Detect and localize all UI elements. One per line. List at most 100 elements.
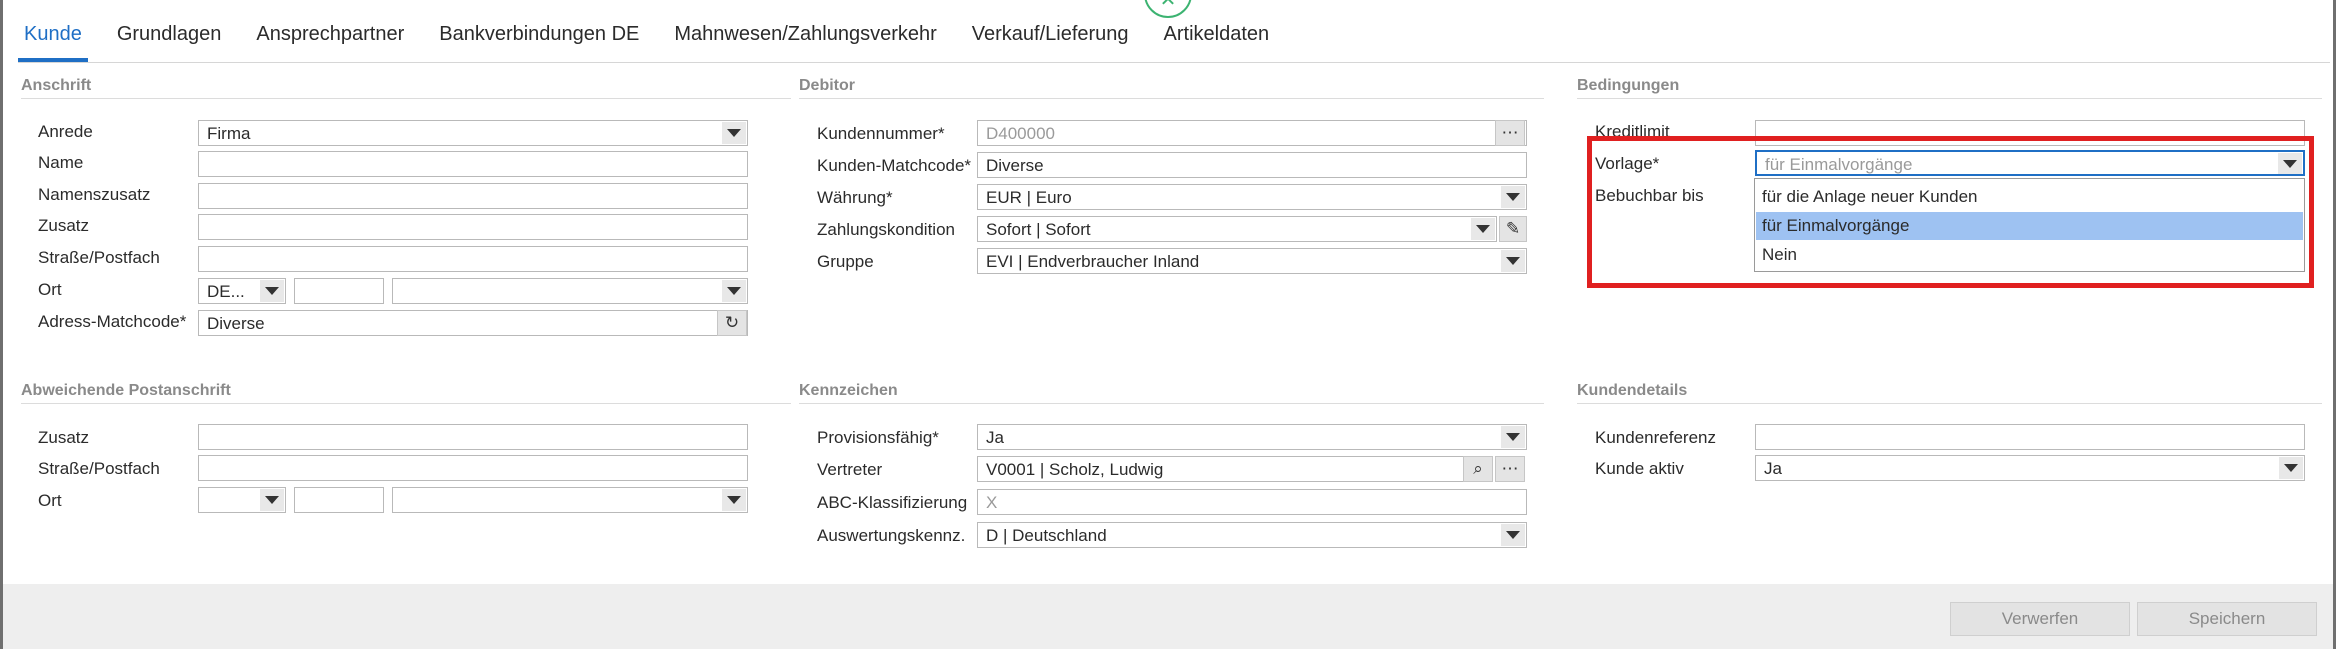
gruppe-select[interactable]: EVI | Endverbraucher Inland	[977, 248, 1527, 274]
more-options-icon[interactable]: ⋯	[1495, 456, 1525, 482]
chevron-down-icon[interactable]	[1501, 426, 1525, 448]
chevron-down-icon[interactable]	[1471, 218, 1495, 240]
section-title-kundendetails: Kundendetails	[1577, 382, 1688, 399]
abc-input[interactable]: X	[977, 489, 1527, 515]
waehrung-label: Währung*	[817, 188, 893, 207]
anrede-value: Firma	[207, 124, 251, 143]
tab-kunde[interactable]: Kunde	[18, 23, 88, 62]
kundenreferenz-label: Kundenreferenz	[1595, 428, 1716, 447]
chevron-down-icon[interactable]	[722, 122, 746, 144]
tab-grundlagen[interactable]: Grundlagen	[111, 23, 228, 62]
chevron-down-icon[interactable]	[1501, 186, 1525, 208]
name-label: Name	[38, 153, 84, 172]
zusatz-label: Zusatz	[38, 216, 90, 235]
auswertung-select[interactable]: D | Deutschland	[977, 522, 1527, 548]
abc-label: ABC-Klassifizierung	[817, 493, 968, 512]
abw-plz-input[interactable]	[294, 487, 384, 513]
strasse-label: Straße/Postfach	[38, 248, 160, 267]
zahlungskondition-value: Sofort | Sofort	[986, 220, 1091, 239]
kundennummer-value: D400000	[986, 124, 1056, 143]
tab-divider	[18, 62, 2330, 63]
chevron-down-icon[interactable]	[1501, 524, 1525, 546]
kunde-aktiv-label: Kunde aktiv	[1595, 459, 1684, 478]
vertreter-input[interactable]: V0001 | Scholz, Ludwig	[977, 456, 1467, 482]
more-options-icon[interactable]: ⋯	[1495, 120, 1525, 146]
abw-zusatz-label: Zusatz	[38, 428, 90, 447]
tab-bankverbindungen[interactable]: Bankverbindungen DE	[433, 23, 645, 62]
kundenreferenz-input[interactable]	[1755, 424, 2305, 450]
chevron-down-icon[interactable]	[722, 280, 746, 302]
namenszusatz-input[interactable]	[198, 183, 748, 209]
section-divider	[799, 403, 1544, 404]
section-title-anschrift: Anschrift	[21, 77, 92, 94]
section-divider	[1577, 403, 2322, 404]
matchcode-value: Diverse	[986, 156, 1044, 175]
tab-verkauf-lieferung[interactable]: Verkauf/Lieferung	[966, 23, 1135, 62]
provision-label: Provisionsfähig*	[817, 428, 939, 447]
chevron-down-icon[interactable]	[722, 489, 746, 511]
window-frame-left	[0, 0, 3, 649]
section-divider	[1577, 98, 2322, 99]
chevron-down-icon[interactable]	[260, 280, 284, 302]
tab-mahnwesen[interactable]: Mahnwesen/Zahlungsverkehr	[668, 23, 942, 62]
save-button[interactable]: Speichern	[2137, 602, 2317, 636]
gruppe-label: Gruppe	[817, 252, 874, 271]
section-divider	[21, 403, 791, 404]
edit-icon[interactable]: ✎	[1499, 216, 1527, 242]
abw-ort-label: Ort	[38, 491, 62, 510]
tab-bar: Kunde Grundlagen Ansprechpartner Bankver…	[18, 0, 1298, 62]
section-divider	[21, 98, 791, 99]
section-title-bedingungen: Bedingungen	[1577, 77, 1680, 94]
section-title-abweichend: Abweichende Postanschrift	[21, 382, 231, 399]
waehrung-select[interactable]: EUR | Euro	[977, 184, 1527, 210]
ort-city-select[interactable]	[392, 278, 748, 304]
anrede-label: Anrede	[38, 122, 93, 141]
zusatz-input[interactable]	[198, 214, 748, 240]
adress-matchcode-label: Adress-Matchcode*	[38, 312, 187, 331]
waehrung-value: EUR | Euro	[986, 188, 1072, 207]
adress-matchcode-input[interactable]: Diverse	[198, 310, 748, 336]
abw-strasse-input[interactable]	[198, 455, 748, 481]
abc-value: X	[986, 493, 998, 512]
anrede-select[interactable]: Firma	[198, 120, 748, 146]
provision-select[interactable]: Ja	[977, 424, 1527, 450]
refresh-icon[interactable]: ↻	[717, 310, 747, 336]
abw-strasse-label: Straße/Postfach	[38, 459, 160, 478]
ort-country-select[interactable]: DE...	[198, 278, 286, 304]
plz-input[interactable]	[294, 278, 384, 304]
ort-label: Ort	[38, 280, 62, 299]
provision-value: Ja	[986, 428, 1004, 447]
strasse-input[interactable]	[198, 246, 748, 272]
kundennummer-input[interactable]: D400000	[977, 120, 1527, 146]
auswertung-value: D | Deutschland	[986, 526, 1107, 545]
ort-country-value: DE...	[207, 282, 245, 301]
kundennummer-label: Kundennummer*	[817, 124, 945, 143]
section-title-debitor: Debitor	[799, 77, 855, 94]
gruppe-value: EVI | Endverbraucher Inland	[986, 252, 1200, 271]
section-title-kennzeichen: Kennzeichen	[799, 382, 898, 399]
abw-ort-city-select[interactable]	[392, 487, 748, 513]
matchcode-label: Kunden-Matchcode*	[817, 156, 972, 175]
chevron-down-icon[interactable]	[1501, 250, 1525, 272]
discard-button[interactable]: Verwerfen	[1950, 602, 2130, 636]
chevron-down-icon[interactable]	[2279, 457, 2303, 479]
zahlungskondition-label: Zahlungskondition	[817, 220, 955, 239]
matchcode-input[interactable]: Diverse	[977, 152, 1527, 178]
abw-ort-country-select[interactable]	[198, 487, 286, 513]
zahlungskondition-select[interactable]: Sofort | Sofort	[977, 216, 1497, 242]
tab-artikeldaten[interactable]: Artikeldaten	[1158, 23, 1276, 62]
search-icon[interactable]: ⌕	[1463, 456, 1493, 482]
adress-matchcode-value: Diverse	[207, 314, 265, 333]
kunde-aktiv-select[interactable]: Ja	[1755, 455, 2305, 481]
tab-ansprechpartner[interactable]: Ansprechpartner	[250, 23, 410, 62]
name-input[interactable]	[198, 151, 748, 177]
section-divider	[799, 98, 1544, 99]
kunde-aktiv-value: Ja	[1764, 459, 1782, 478]
vertreter-value: V0001 | Scholz, Ludwig	[986, 460, 1164, 479]
namenszusatz-label: Namenszusatz	[38, 185, 151, 204]
auswertung-label: Auswertungskennz.	[817, 526, 966, 545]
abw-zusatz-input[interactable]	[198, 424, 748, 450]
annotation-highlight-box	[1587, 136, 2314, 288]
chevron-down-icon[interactable]	[260, 489, 284, 511]
vertreter-label: Vertreter	[817, 460, 883, 479]
